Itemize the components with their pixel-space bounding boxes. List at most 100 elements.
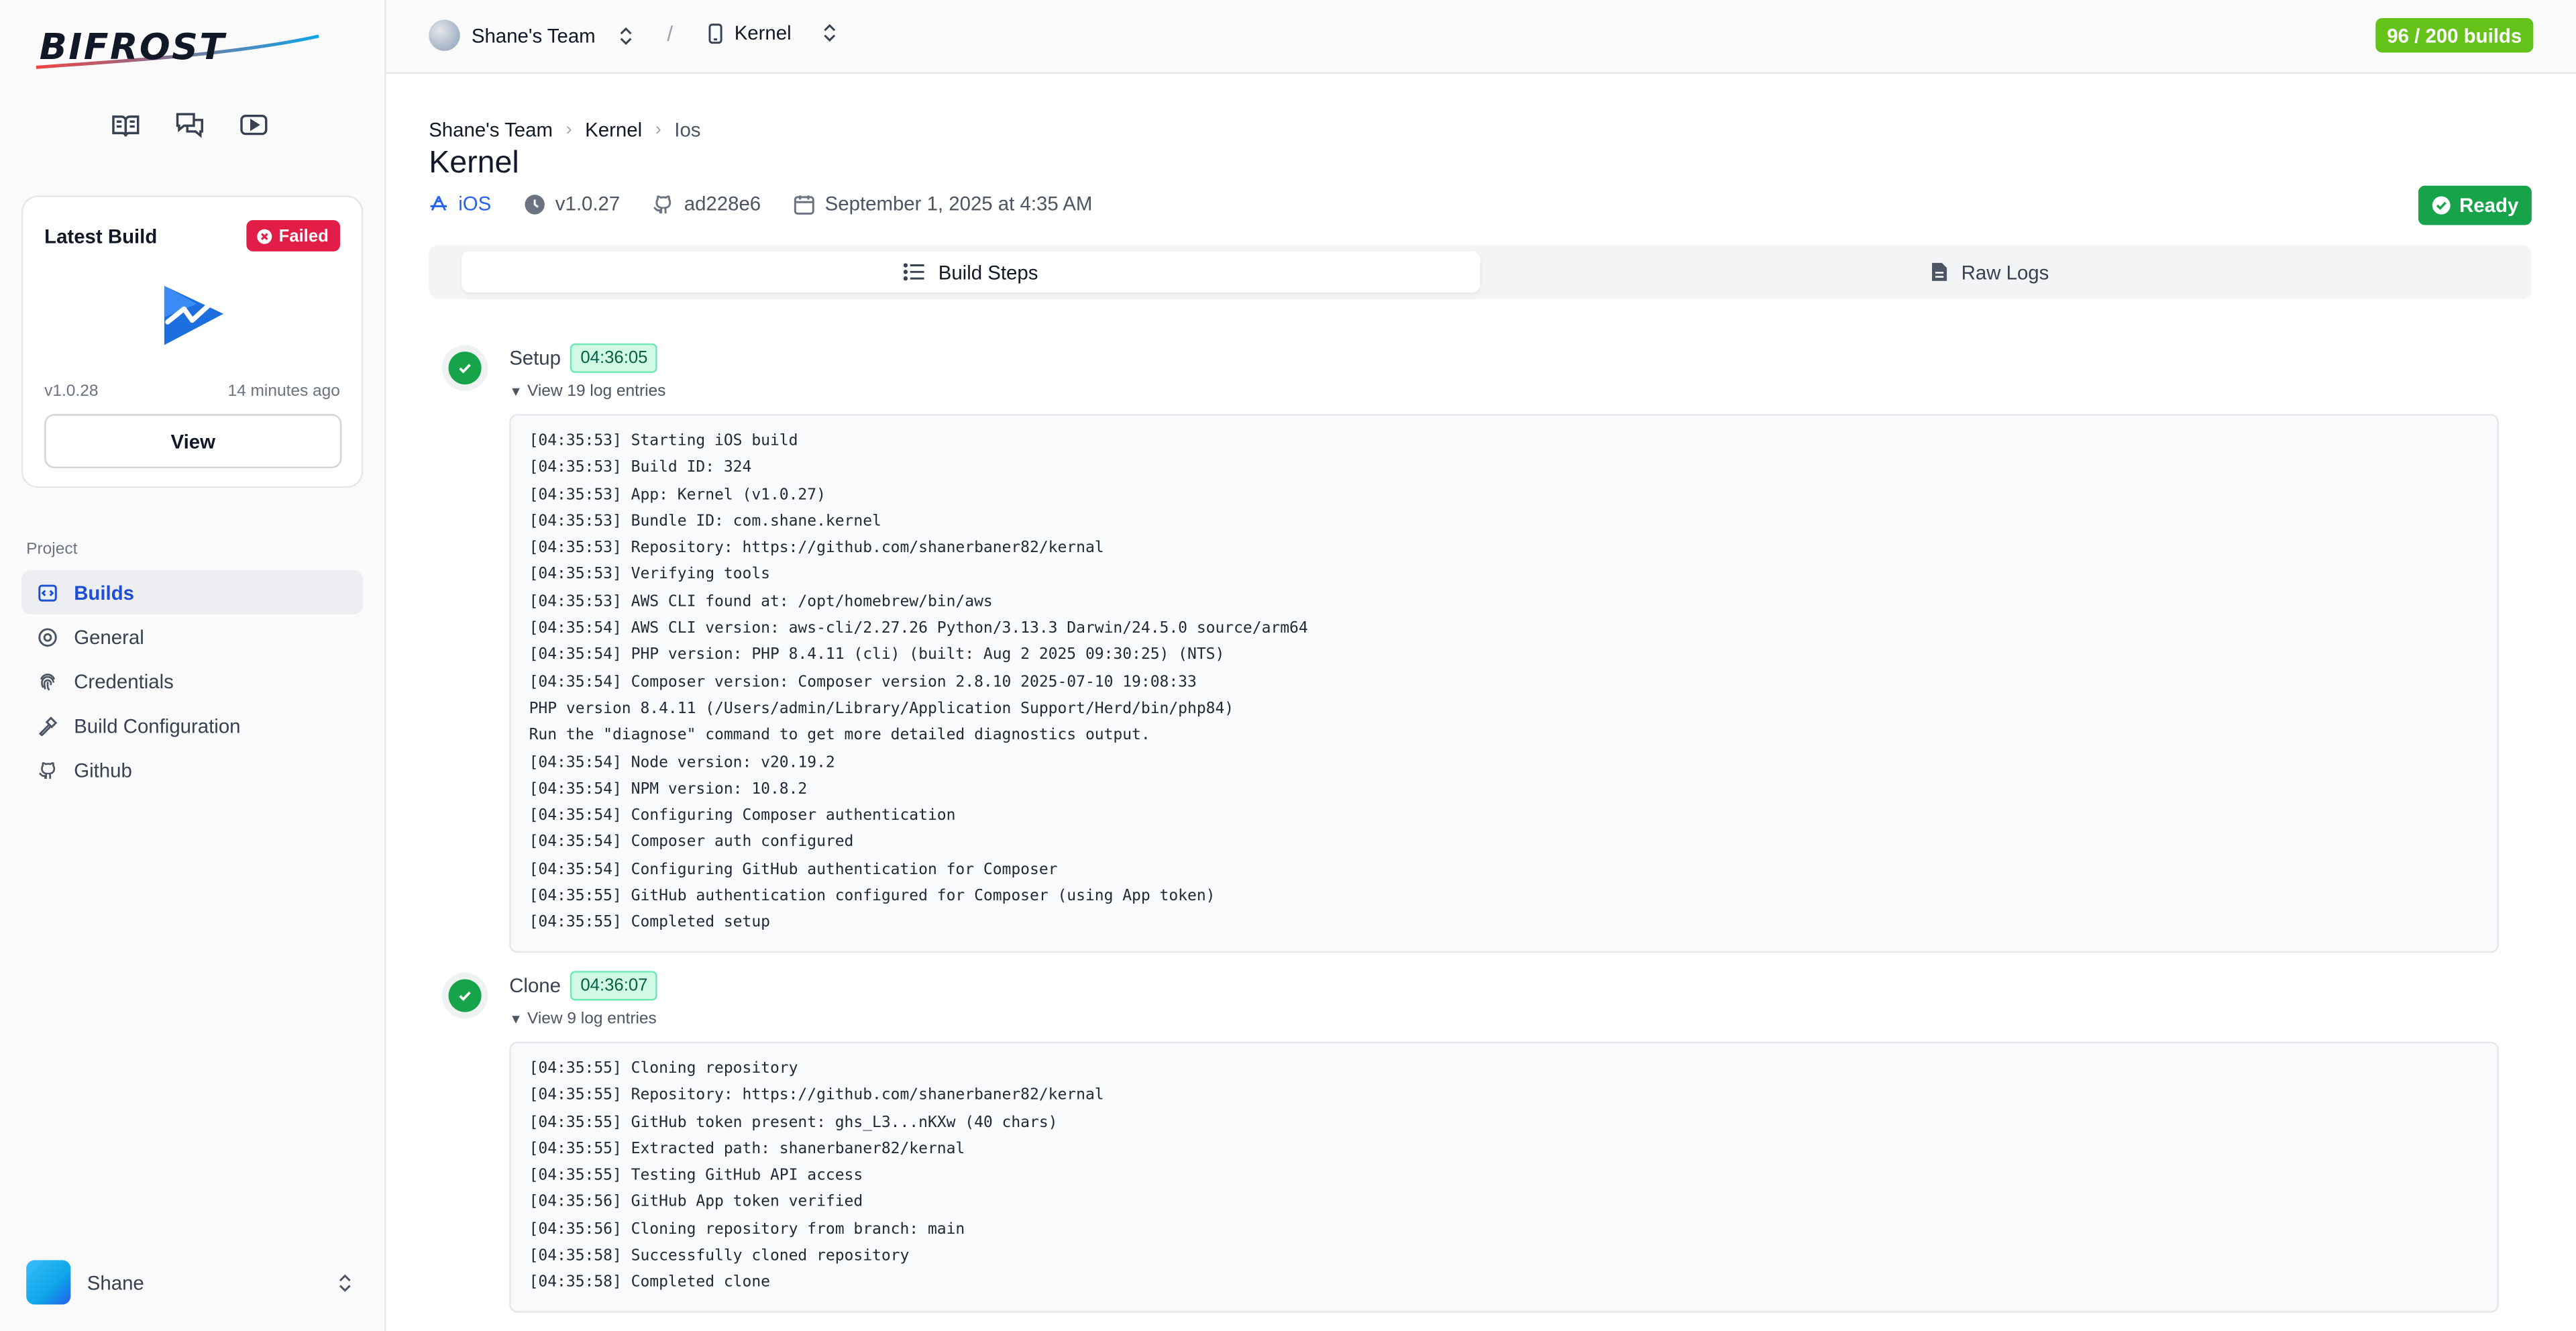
log-line: [04:35:54] Configuring GitHub authentica… (529, 860, 1058, 879)
fingerprint-icon (40, 672, 56, 690)
log-line: [04:35:55] GitHub token present: ghs_L3.… (529, 1113, 1058, 1132)
log-line: [04:35:55] Repository: https://github.co… (529, 1086, 1104, 1105)
breadcrumb-project[interactable]: Kernel (585, 118, 642, 141)
team-name: Shane's Team (471, 23, 596, 47)
log-line: [04:35:58] Successfully cloned repositor… (529, 1246, 910, 1265)
chevron-right-icon: › (655, 119, 661, 140)
latest-build-time: 14 minutes ago (227, 382, 340, 401)
team-selector[interactable]: Shane's Team (429, 19, 633, 51)
log-line: [04:35:53] App: Kernel (v1.0.27) (529, 485, 826, 504)
check-circle-icon (2432, 196, 2451, 215)
avatar (26, 1260, 71, 1305)
video-icon[interactable] (237, 109, 270, 142)
log-line: [04:35:58] Completed clone (529, 1273, 770, 1292)
nav-label-builds: Builds (74, 580, 135, 604)
tab-raw-logs[interactable]: Raw Logs (1481, 252, 2499, 292)
commit-meta: ad228e6 (653, 193, 761, 215)
bifrost-logo[interactable]: BIFROST (33, 23, 322, 75)
ready-status-badge: Ready (2418, 185, 2532, 225)
breadcrumb-platform: Ios (674, 118, 701, 142)
team-avatar (429, 19, 460, 51)
svg-text:BIFROST: BIFROST (40, 25, 227, 68)
nav-item-build-configuration[interactable]: Build Configuration (21, 703, 363, 747)
app-store-icon (430, 196, 447, 211)
build-meta: iOS v1.0.27 ad228e6 September 1, 2025 at… (429, 193, 1125, 215)
breadcrumb: Shane's Team › Kernel › Ios (429, 118, 700, 141)
nav-label-credentials: Credentials (74, 669, 174, 693)
nav-label-github: Github (74, 758, 132, 782)
project-section-label: Project (26, 540, 78, 559)
log-line: [04:35:53] Build ID: 324 (529, 458, 752, 477)
nav-item-builds[interactable]: Builds (21, 570, 364, 615)
caret-down-icon: ▼ (509, 384, 523, 400)
log-entries-toggle-label: View 9 log entries (527, 1010, 657, 1029)
main-content: Shane's Team / Kernel 96 / 200 builds Sh… (386, 0, 2576, 1331)
platform-meta: iOS (429, 193, 491, 215)
log-line: [04:35:53] Bundle ID: com.shane.kernel (529, 512, 881, 531)
check-circle-icon (448, 352, 482, 385)
log-line: [04:35:53] Starting iOS build (529, 432, 798, 451)
list-icon (904, 263, 924, 281)
log-line: [04:35:55] Testing GitHub API access (529, 1167, 863, 1185)
commit-label: ad228e6 (684, 192, 761, 215)
log-line: [04:35:54] PHP version: PHP 8.4.11 (cli)… (529, 646, 1225, 665)
chevron-right-icon: › (566, 119, 572, 140)
hammer-icon (38, 715, 58, 735)
log-line: [04:35:55] Completed setup (529, 914, 770, 933)
log-entries-toggle[interactable]: ▼ View 19 log entries (509, 383, 665, 401)
step-name: Setup (509, 346, 561, 370)
github-icon (39, 761, 56, 778)
log-line: [04:35:54] AWS CLI version: aws-cli/2.27… (529, 619, 1308, 638)
chevron-up-down-icon (823, 23, 835, 42)
log-line: [04:35:54] Configuring Composer authenti… (529, 806, 956, 825)
docs-icon[interactable] (109, 109, 142, 142)
step-header: Clone 04:36:07 (509, 971, 658, 1001)
nav-item-general[interactable]: General (21, 615, 363, 659)
log-line: [04:35:54] Composer auth configured (529, 833, 854, 852)
check-circle-icon (448, 979, 482, 1012)
failed-status-label: Failed (278, 225, 329, 246)
sidebar: BIFROST Latest Build Failed v1.0.28 14 m… (0, 0, 386, 1331)
project-nav: Builds General Credentials Build Configu… (21, 570, 364, 792)
log-line: [04:35:56] Cloning repository from branc… (529, 1220, 965, 1239)
log-line: [04:35:54] NPM version: 10.8.2 (529, 780, 808, 798)
version-meta: v1.0.27 (524, 193, 620, 215)
nav-item-github[interactable]: Github (21, 747, 363, 792)
view-build-button[interactable]: View (44, 414, 342, 468)
log-line: PHP version 8.4.11 (/Users/admin/Library… (529, 700, 1234, 718)
project-name: Kernel (734, 21, 792, 45)
builds-usage-badge: 96 / 200 builds (2375, 17, 2534, 53)
x-circle-icon (256, 228, 272, 244)
step-time-badge: 04:36:05 (570, 343, 658, 373)
log-entries-toggle[interactable]: ▼ View 9 log entries (509, 1010, 657, 1028)
github-icon (654, 195, 672, 213)
step-time-badge: 04:36:07 (570, 971, 658, 1001)
latest-build-title: Latest Build (44, 225, 158, 248)
latest-build-card: Latest Build Failed v1.0.28 14 minutes a… (21, 195, 364, 488)
chevron-up-down-icon (339, 1273, 351, 1291)
log-line: [04:35:54] Composer version: Composer ve… (529, 673, 1197, 692)
user-menu[interactable]: Shane (26, 1260, 352, 1305)
user-name: Shane (87, 1271, 144, 1294)
version-label: v1.0.27 (555, 192, 621, 215)
date-meta: September 1, 2025 at 4:35 AM (794, 193, 1092, 215)
tab-label-raw-logs: Raw Logs (1961, 260, 2049, 284)
log-box: [04:35:55] Cloning repository [04:35:55]… (509, 1041, 2499, 1313)
log-line: [04:35:53] Verifying tools (529, 566, 770, 584)
nav-label-build-configuration: Build Configuration (74, 714, 241, 737)
log-line: [04:35:55] GitHub authentication configu… (529, 887, 1216, 906)
log-box: [04:35:53] Starting iOS build [04:35:53]… (509, 414, 2499, 953)
project-selector[interactable]: Kernel (708, 21, 836, 44)
calendar-icon (794, 195, 814, 214)
ready-status-label: Ready (2459, 193, 2519, 217)
clock-icon (525, 193, 545, 214)
log-line: [04:35:56] GitHub App token verified (529, 1193, 863, 1212)
chat-icon[interactable] (172, 109, 205, 142)
nav-item-credentials[interactable]: Credentials (21, 659, 363, 703)
breadcrumb-team[interactable]: Shane's Team (429, 118, 553, 141)
general-icon (38, 627, 57, 646)
phone-icon (708, 23, 722, 43)
tab-build-steps[interactable]: Build Steps (462, 251, 1481, 292)
log-line: [04:35:55] Cloning repository (529, 1059, 798, 1078)
view-tabs: Build Steps Raw Logs (429, 244, 2532, 299)
